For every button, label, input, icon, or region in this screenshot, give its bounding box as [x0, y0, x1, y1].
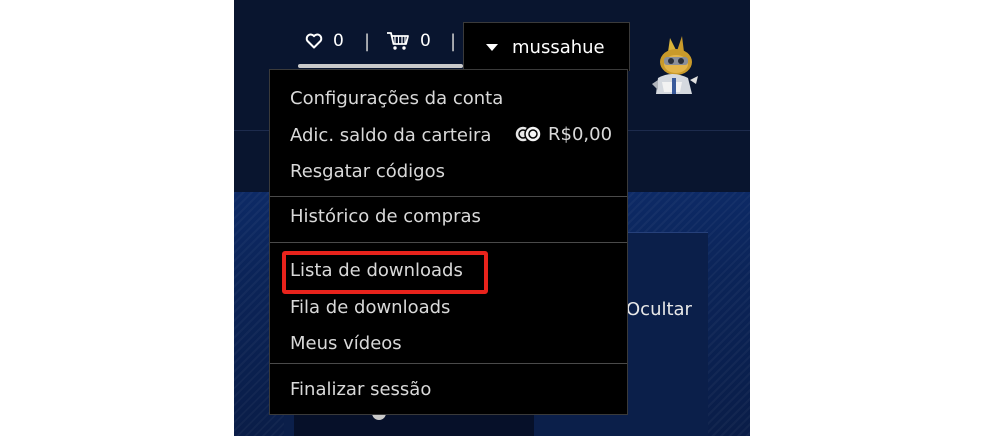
wishlist-count: 0 — [333, 31, 344, 51]
cart-button[interactable]: 0 — [386, 31, 431, 51]
menu-item-add-wallet-funds[interactable]: Adic. saldo da carteira — [290, 125, 491, 147]
avatar[interactable] — [642, 34, 702, 102]
cart-icon — [386, 31, 410, 51]
heart-icon — [305, 32, 323, 50]
header-separator: | — [450, 31, 457, 52]
hide-link[interactable]: Ocultar — [626, 299, 746, 320]
menu-item-my-videos[interactable]: Meus vídeos — [290, 333, 402, 355]
menu-item-download-list[interactable]: Lista de downloads — [290, 260, 463, 282]
menu-item-purchase-history[interactable]: Histórico de compras — [290, 206, 481, 228]
wishlist-button[interactable]: 0 — [305, 31, 344, 51]
wallet-balance-value: R$0,00 — [548, 123, 613, 145]
cart-count: 0 — [420, 31, 431, 51]
account-dropdown-menu: Configurações da conta Adic. saldo da ca… — [269, 69, 628, 415]
user-menu-button[interactable]: mussahue — [463, 22, 630, 71]
caret-down-icon — [486, 43, 498, 51]
menu-item-sign-out[interactable]: Finalizar sessão — [290, 379, 431, 401]
menu-item-account-settings[interactable]: Configurações da conta — [290, 88, 503, 110]
menu-divider — [270, 196, 627, 197]
menu-item-redeem-codes[interactable]: Resgatar códigos — [290, 161, 445, 183]
header-separator: | — [364, 31, 371, 52]
menu-divider — [270, 363, 627, 364]
username: mussahue — [512, 36, 605, 58]
coins-icon — [512, 123, 544, 145]
menu-divider — [270, 242, 627, 243]
tab-underline — [298, 64, 463, 68]
wallet-balance: R$0,00 — [512, 123, 612, 145]
menu-item-download-queue[interactable]: Fila de downloads — [290, 297, 450, 319]
